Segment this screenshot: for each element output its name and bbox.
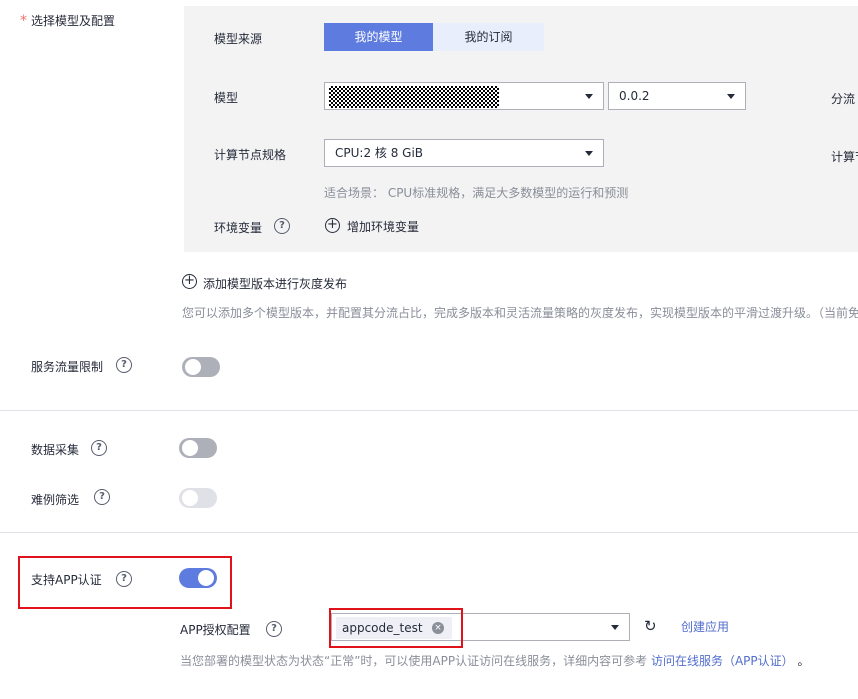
compute-spec-value: CPU:2 核 8 GiB	[335, 146, 424, 160]
compute-spec-select[interactable]: CPU:2 核 8 GiB	[324, 139, 604, 167]
chevron-down-icon	[585, 94, 593, 99]
model-select[interactable]	[324, 82, 604, 110]
tab-my-models[interactable]: 我的模型	[324, 23, 433, 51]
app-auth-footer-text: 当您部署的模型状态为状态“正常”时，可以使用APP认证访问在线服务，详细内容可参…	[180, 654, 648, 668]
compute-spec-hint: 适合场景： CPU标准规格，满足大多数模型的运行和预测	[324, 186, 629, 200]
chevron-down-icon	[727, 94, 735, 99]
help-icon[interactable]: ?	[116, 357, 132, 373]
add-env-var-button[interactable]: 增加环境变量	[347, 218, 419, 235]
access-online-service-link[interactable]: 访问在线服务（APP认证）	[651, 654, 794, 668]
model-version-select[interactable]: 0.0.2	[608, 82, 746, 110]
hard-example-toggle	[179, 488, 217, 508]
data-collection-toggle[interactable]	[179, 438, 217, 458]
add-icon[interactable]: +	[325, 218, 340, 233]
env-vars-label: 环境变量	[214, 221, 263, 235]
select-model-config-label: 选择模型及配置	[31, 14, 116, 28]
model-version-value: 0.0.2	[619, 89, 650, 103]
required-mark: *	[20, 13, 27, 29]
help-icon[interactable]: ?	[116, 571, 132, 587]
tab-my-subscriptions[interactable]: 我的订阅	[433, 23, 544, 51]
compute-spec-label: 计算节点规格	[214, 148, 287, 162]
section-divider	[0, 532, 858, 533]
traffic-limit-toggle[interactable]	[182, 357, 220, 377]
app-auth-label: 支持APP认证	[31, 573, 102, 587]
help-icon[interactable]: ?	[266, 621, 282, 637]
compute-node-label-right: 计算节	[831, 150, 858, 164]
help-icon[interactable]: ?	[91, 440, 107, 456]
model-source-label: 模型来源	[214, 32, 263, 46]
model-label: 模型	[214, 91, 239, 105]
section-divider	[0, 410, 858, 411]
add-gray-release-button[interactable]: 添加模型版本进行灰度发布	[203, 275, 347, 292]
toggle-knob	[185, 359, 201, 375]
traffic-limit-label: 服务流量限制	[31, 360, 104, 374]
toggle-knob	[182, 440, 198, 456]
help-icon[interactable]: ?	[274, 218, 290, 234]
create-app-link[interactable]: 创建应用	[681, 618, 729, 635]
traffic-split-label: 分流	[831, 92, 856, 106]
help-icon[interactable]: ?	[94, 489, 110, 505]
hard-example-label: 难例筛选	[31, 493, 80, 507]
toggle-knob	[198, 570, 214, 586]
chevron-down-icon	[611, 625, 619, 630]
add-icon[interactable]: +	[182, 274, 197, 289]
app-auth-footer-end: 。	[797, 654, 810, 668]
highlight-box-app-tag	[329, 608, 463, 648]
model-name-redacted	[329, 86, 499, 108]
toggle-knob	[182, 490, 198, 506]
app-auth-footer: 当您部署的模型状态为状态“正常”时，可以使用APP认证访问在线服务，详细内容可参…	[180, 652, 809, 669]
data-collection-label: 数据采集	[31, 443, 80, 457]
app-auth-toggle[interactable]	[179, 568, 217, 588]
chevron-down-icon	[585, 151, 593, 156]
app-auth-config-label: APP授权配置	[180, 623, 251, 637]
refresh-icon[interactable]: ↻	[644, 617, 657, 635]
gray-release-desc: 您可以添加多个模型版本，并配置其分流占比，完成多版本和灵活流量策略的灰度发布，实…	[182, 306, 858, 320]
